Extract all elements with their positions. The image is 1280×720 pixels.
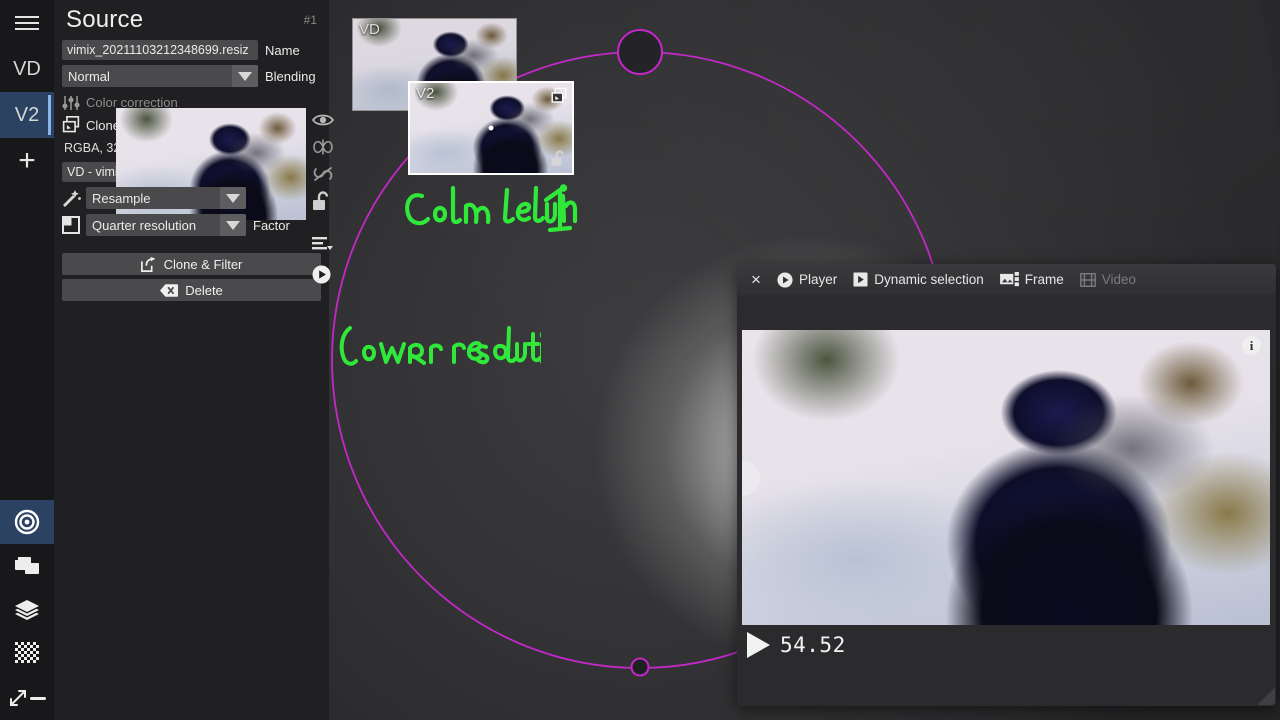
play-button[interactable]: [747, 632, 770, 658]
tab-video-label: Video: [1102, 272, 1136, 287]
chevron-down-icon[interactable]: [220, 187, 246, 209]
delete-button[interactable]: Delete: [62, 279, 321, 301]
canvas-source-vd-label: VD: [359, 21, 380, 38]
frame-icon: [1000, 272, 1019, 288]
player-video-frame: [742, 330, 1270, 625]
clone-filter-label: Clone & Filter: [164, 257, 243, 272]
play-circle-icon[interactable]: [312, 252, 342, 296]
app-root: VD V2: [0, 0, 1280, 720]
source-name-label: Name: [265, 43, 300, 58]
path-node-top: [618, 30, 662, 74]
source-name-input[interactable]: vimix_20211103212348699.resiz: [62, 40, 258, 60]
list-menu-icon[interactable]: [312, 214, 342, 252]
rail-tool-group: [0, 500, 54, 720]
clone-icon[interactable]: [550, 87, 568, 105]
annotation-lower-resolution: [336, 324, 541, 372]
source-panel: Source #1 vimix_20211103212348699.resiz …: [54, 0, 329, 720]
player-menubar: × Player Dynamic selection Frame: [737, 264, 1276, 295]
name-row: vimix_20211103212348699.resiz Name: [54, 40, 329, 60]
tab-dynamic-selection[interactable]: Dynamic selection: [845, 264, 992, 295]
chevron-down-icon[interactable]: [232, 65, 258, 87]
left-rail: VD V2 +: [0, 0, 54, 720]
chevron-down-icon[interactable]: [220, 214, 246, 236]
tab-frame[interactable]: Frame: [992, 264, 1072, 295]
annotation-clone-number: [540, 186, 584, 234]
clone-label: Clone: [86, 118, 120, 133]
player-timecode-row: 54.52: [747, 632, 846, 658]
film-icon: [1080, 273, 1096, 287]
timecode-display: 54.52: [780, 633, 846, 657]
close-icon[interactable]: ×: [743, 264, 769, 295]
blending-select[interactable]: Normal: [62, 65, 258, 87]
resize-icon[interactable]: [0, 676, 54, 720]
add-source-button[interactable]: +: [0, 138, 54, 184]
canvas-source-v2[interactable]: V2: [408, 81, 574, 175]
canvas-source-v2-label: V2: [416, 85, 434, 102]
tab-frame-label: Frame: [1025, 272, 1064, 287]
factor-value: Quarter resolution: [86, 218, 220, 233]
filter-value: Resample: [86, 191, 220, 206]
path-node-bottom: [632, 659, 649, 676]
resolution-icon: [62, 216, 82, 234]
delete-label: Delete: [185, 283, 223, 298]
unlock-icon[interactable]: [312, 187, 342, 214]
eye-icon[interactable]: [312, 106, 342, 133]
sidebar-item-vd-label: VD: [13, 58, 41, 81]
clone-filter-button[interactable]: Clone & Filter: [62, 253, 321, 275]
player-resize-grip[interactable]: [1257, 687, 1275, 705]
canvas-source-v2-center-handle[interactable]: [489, 126, 494, 131]
target-icon[interactable]: [0, 500, 54, 544]
blending-label: Blending: [265, 69, 316, 84]
blending-icon[interactable]: [312, 133, 342, 160]
sidebar-item-vd[interactable]: VD: [0, 46, 54, 92]
clone-icon: [62, 116, 80, 134]
play-square-icon: [853, 272, 868, 287]
play-circle-icon: [777, 272, 793, 288]
info-icon[interactable]: i: [1242, 336, 1261, 355]
wand-icon: [62, 189, 82, 207]
tab-video[interactable]: Video: [1072, 264, 1144, 295]
sidebar-item-v2-label: V2: [15, 104, 39, 127]
info-badge-label: i: [1250, 338, 1254, 354]
tab-player[interactable]: Player: [769, 264, 845, 295]
source-icon-column: [312, 106, 342, 296]
hamburger-icon[interactable]: [0, 0, 54, 46]
sliders-icon: [62, 95, 80, 111]
tab-dynamic-selection-label: Dynamic selection: [874, 272, 984, 287]
layers-icon[interactable]: [0, 588, 54, 632]
blending-value: Normal: [62, 69, 232, 84]
player-video-view[interactable]: i: [742, 330, 1270, 625]
blending-row: Normal Blending: [54, 65, 329, 87]
tab-player-label: Player: [799, 272, 837, 287]
source-index-label: #1: [304, 13, 317, 27]
unlock-icon[interactable]: [550, 149, 568, 169]
filter-select[interactable]: Resample: [86, 187, 246, 209]
sidebar-item-v2[interactable]: V2: [0, 92, 54, 138]
clone-filter-icon: [141, 256, 157, 272]
close-label: ×: [751, 270, 761, 290]
page-title: Source: [66, 6, 143, 34]
delete-icon: [160, 284, 178, 297]
geometry-icon[interactable]: [0, 544, 54, 588]
factor-select[interactable]: Quarter resolution: [86, 214, 246, 236]
texture-icon[interactable]: [0, 632, 54, 676]
add-source-label: +: [18, 149, 36, 173]
unlink-icon[interactable]: [312, 160, 342, 187]
source-panel-header: Source #1: [54, 0, 329, 40]
player-window: × Player Dynamic selection Frame: [737, 264, 1276, 706]
